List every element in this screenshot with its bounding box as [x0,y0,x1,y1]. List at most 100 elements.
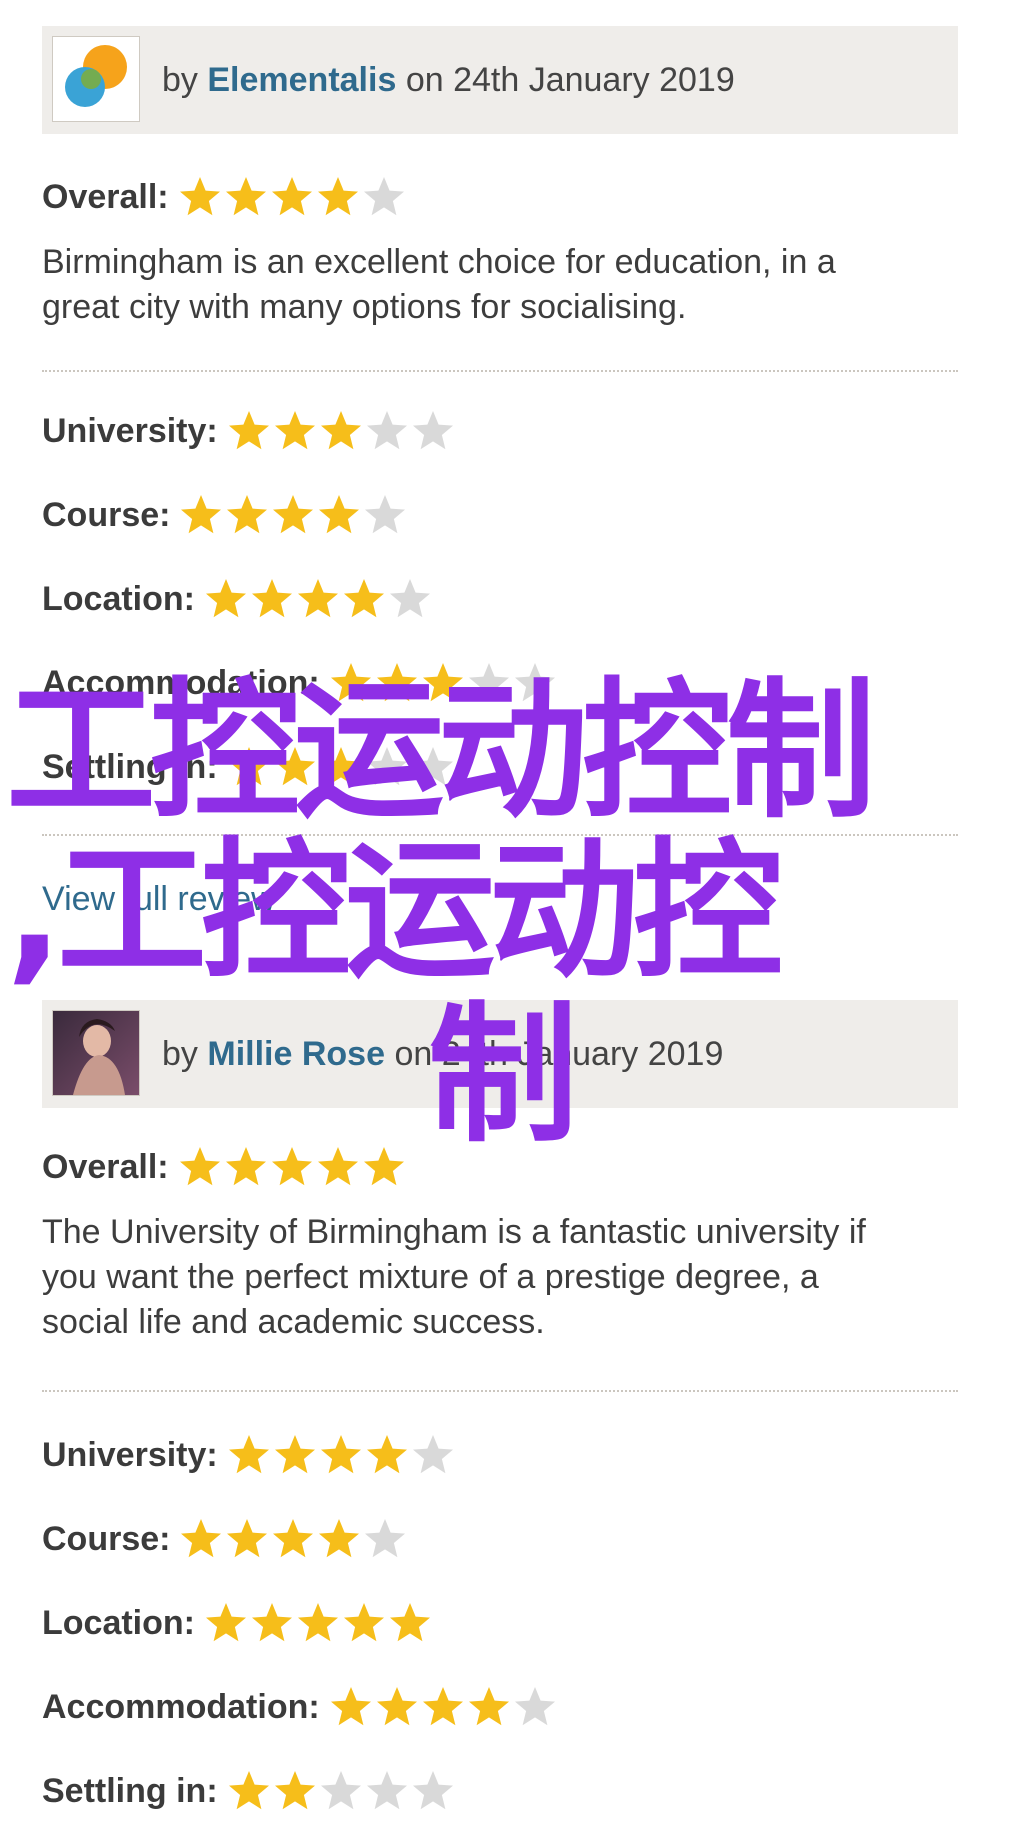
star-filled-icon [343,1603,384,1642]
star-empty-icon [365,495,406,534]
review-text-line: The University of Birmingham is a fantas… [42,1213,866,1251]
rating-row-accommodation: Accommodation: [42,658,558,708]
rating-label: Location: [42,1603,195,1642]
star-filled-icon [319,1519,360,1558]
byline-by: by [162,61,198,99]
rating-row-location: Location: [42,574,433,624]
view-full-review-link[interactable]: View full review [42,880,276,919]
star-rating [328,660,558,706]
star-rating [178,492,408,538]
avatar[interactable] [52,36,140,122]
overall-label: Overall: [42,177,169,216]
review-text-line: you want the perfect mixture of a presti… [42,1258,819,1296]
review-date: on 24th January 2019 [394,1035,724,1073]
star-empty-icon [365,1519,406,1558]
star-empty-icon [389,579,430,618]
author-link[interactable]: Millie Rose [207,1035,385,1073]
star-empty-icon [468,663,509,702]
rating-row-university: University: [42,1430,456,1480]
star-filled-icon [274,411,315,450]
star-filled-icon [273,495,314,534]
star-filled-icon [251,579,292,618]
rating-label: Location: [42,579,195,618]
star-filled-icon [320,411,361,450]
review-text: Birmingham is an excellent choice for ed… [42,240,942,330]
rating-label: Course: [42,495,171,534]
review-text-line: Birmingham is an excellent choice for ed… [42,243,836,281]
star-filled-icon [317,1147,358,1186]
rating-label: University: [42,1435,218,1474]
byline-by: by [162,1035,198,1073]
star-filled-icon [225,177,266,216]
review-header: by Millie Rose on 24th January 2019 [42,1000,958,1108]
author-link[interactable]: Elementalis [207,61,396,99]
byline: by Elementalis on 24th January 2019 [162,26,735,134]
star-empty-icon [366,747,407,786]
star-filled-icon [422,663,463,702]
photo-avatar-icon [53,1011,139,1095]
rating-row-university: University: [42,406,456,456]
star-filled-icon [181,1519,222,1558]
star-empty-icon [412,1435,453,1474]
star-rating [203,1600,433,1646]
star-filled-icon [274,1435,315,1474]
avatar[interactable] [52,1010,140,1096]
star-filled-icon [330,663,371,702]
overall-rating-row: Overall: [42,1142,407,1192]
rating-row-accommodation: Accommodation: [42,1682,558,1732]
rating-row-settling-in: Settling in: [42,1766,456,1816]
star-empty-icon [412,1771,453,1810]
star-empty-icon [366,1771,407,1810]
review-date: on 24th January 2019 [405,61,735,99]
star-rating [177,174,407,220]
star-rating [177,1144,407,1190]
star-filled-icon [320,747,361,786]
rating-label: Course: [42,1519,171,1558]
review-text-line: social life and academic success. [42,1303,545,1341]
overall-label: Overall: [42,1147,169,1186]
divider [42,834,958,836]
star-rating [226,744,456,790]
rating-label: Settling in: [42,1771,218,1810]
star-empty-icon [366,411,407,450]
rating-row-course: Course: [42,1514,408,1564]
star-filled-icon [320,1435,361,1474]
star-rating [328,1684,558,1730]
star-filled-icon [317,177,358,216]
star-rating [226,408,456,454]
star-filled-icon [228,747,269,786]
bubbles-avatar-icon [65,45,127,107]
star-filled-icon [228,1771,269,1810]
star-filled-icon [227,495,268,534]
star-filled-icon [271,1147,312,1186]
star-filled-icon [389,1603,430,1642]
star-filled-icon [274,1771,315,1810]
star-filled-icon [179,177,220,216]
divider [42,370,958,372]
star-filled-icon [228,411,269,450]
star-filled-icon [468,1687,509,1726]
review-text-line: great city with many options for sociali… [42,288,687,326]
overall-rating-row: Overall: [42,172,407,222]
star-rating [226,1768,456,1814]
star-filled-icon [363,1147,404,1186]
rating-label: Accommodation: [42,663,320,702]
star-filled-icon [274,747,315,786]
rating-label: University: [42,411,218,450]
review-text: The University of Birmingham is a fantas… [42,1210,942,1345]
star-filled-icon [422,1687,463,1726]
star-filled-icon [205,579,246,618]
review-header: by Elementalis on 24th January 2019 [42,26,958,134]
star-filled-icon [319,495,360,534]
star-empty-icon [320,1771,361,1810]
star-empty-icon [514,663,555,702]
star-filled-icon [366,1435,407,1474]
star-filled-icon [251,1603,292,1642]
star-empty-icon [514,1687,555,1726]
star-empty-icon [363,177,404,216]
rating-label: Accommodation: [42,1687,320,1726]
star-rating [226,1432,456,1478]
star-filled-icon [297,1603,338,1642]
star-filled-icon [179,1147,220,1186]
star-rating [203,576,433,622]
